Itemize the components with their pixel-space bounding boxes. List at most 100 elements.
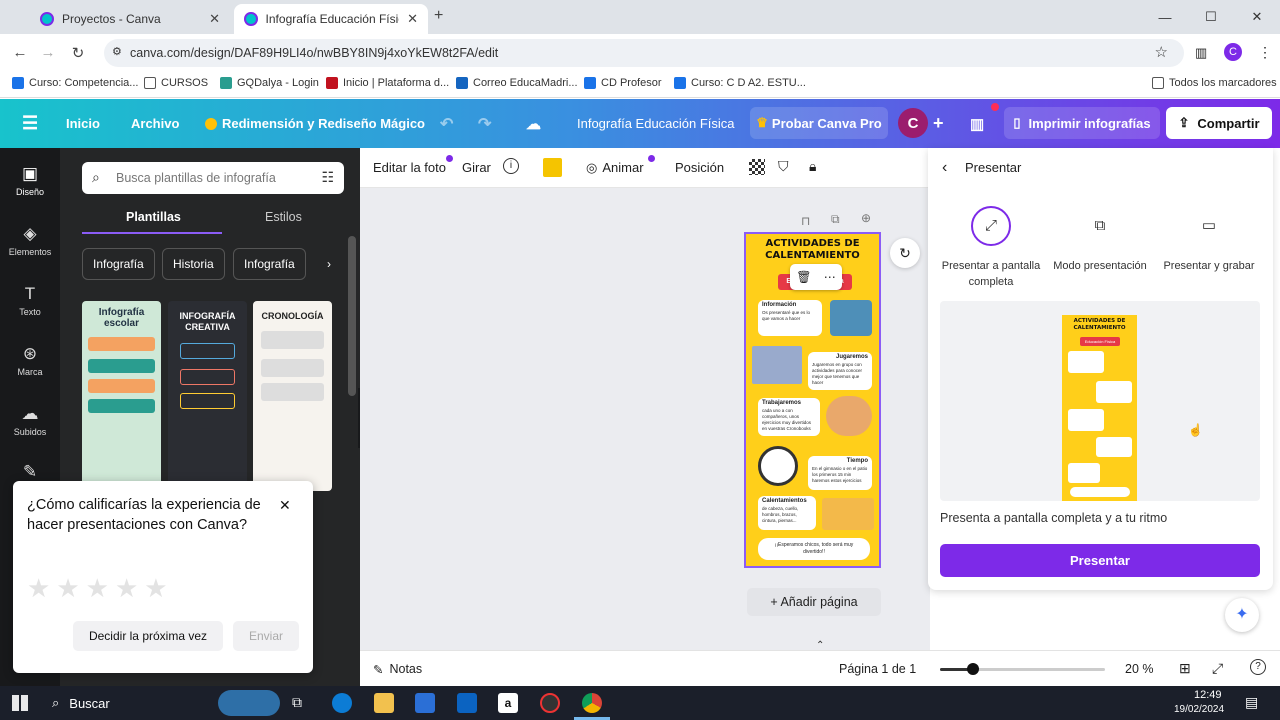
close-window-icon[interactable]: ✕	[1234, 0, 1280, 34]
trash-icon[interactable]: 🗑︎	[796, 270, 811, 284]
star-icon[interactable]: ★	[144, 573, 173, 603]
help-icon[interactable]: ?	[1250, 659, 1266, 675]
amazon-icon[interactable]: a	[498, 693, 518, 713]
page-counter[interactable]: Página 1 de 1	[839, 662, 916, 676]
bookmark-all-folder[interactable]: Todos los marcadores	[1152, 77, 1277, 89]
tab-plantillas[interactable]: Plantillas	[126, 210, 181, 224]
rail-subidos[interactable]: ☁ Subidos	[0, 404, 60, 437]
cloud-saved-icon[interactable]: ☁	[526, 99, 541, 148]
refresh-comment-icon[interactable]: ↻	[890, 238, 920, 268]
back-icon[interactable]: ←	[6, 44, 34, 61]
imprimir-button[interactable]: ▯ Imprimir infografías	[1004, 107, 1160, 139]
notes-button[interactable]: ✎ Notas	[373, 662, 422, 677]
decide-later-button[interactable]: Decidir la próxima vez	[73, 621, 223, 651]
chrome-icon[interactable]	[582, 693, 602, 713]
bookmark-item[interactable]: CD Profesor	[584, 77, 662, 89]
bookmark-item[interactable]: Correo EducaMadri...	[456, 77, 578, 89]
present-button[interactable]: Presentar	[940, 544, 1260, 577]
site-info-icon[interactable]: ⚙	[112, 45, 122, 58]
browser-tab-infografia[interactable]: Infografía Educación Física - Inf ✕	[234, 4, 428, 34]
archivo-button[interactable]: Archivo	[131, 99, 179, 148]
filter-chip[interactable]: Historia	[162, 248, 225, 280]
option-fullscreen[interactable]: ⤢ Presentar a pantalla completa	[936, 206, 1046, 290]
bookmark-star-icon[interactable]: ☆	[1155, 43, 1168, 61]
lock-page-icon[interactable]: ⊓	[801, 214, 810, 228]
filter-chip[interactable]: Infografía	[82, 248, 155, 280]
send-button[interactable]: Enviar	[233, 621, 299, 651]
rail-marca[interactable]: ⊛ Marca	[0, 344, 60, 377]
position-button[interactable]: Posición	[675, 160, 724, 175]
sidepanel-icon[interactable]: ▥	[1195, 45, 1207, 61]
rail-diseno[interactable]: ▣ Diseño	[0, 164, 60, 197]
option-present-record[interactable]: ▭ Presentar y grabar	[1154, 206, 1264, 274]
rail-elementos[interactable]: ◈ Elementos	[0, 224, 60, 257]
bookmark-item[interactable]: Curso: Competencia...	[12, 77, 138, 89]
presentation-preview[interactable]: ACTIVIDADES DE CALENTAMIENTO Educación F…	[940, 301, 1260, 501]
bookmark-item[interactable]: Inicio | Plataforma d...	[326, 77, 449, 89]
tab-estilos[interactable]: Estilos	[265, 210, 302, 224]
star-icon[interactable]: ★	[86, 573, 115, 603]
reload-icon[interactable]: ↻	[64, 44, 92, 62]
zoom-level[interactable]: 20 %	[1125, 662, 1154, 676]
bookmark-item[interactable]: GQDalya - Login	[220, 77, 319, 89]
menu-kebab-icon[interactable]: ⋮	[1258, 44, 1272, 61]
grid-view-icon[interactable]: ⊞	[1179, 660, 1191, 677]
maximize-icon[interactable]: ☐	[1188, 0, 1234, 34]
rotate-button[interactable]: Girar	[462, 160, 491, 175]
infographic-page[interactable]: ACTIVIDADES DE CALENTAMIENTO Educación F…	[744, 232, 881, 568]
magic-assistant-icon[interactable]: ✦	[1225, 598, 1259, 632]
add-page-icon[interactable]: ⊕	[861, 211, 871, 225]
compartir-button[interactable]: ⇪ Compartir	[1166, 107, 1272, 139]
star-icon[interactable]: ★	[56, 573, 85, 603]
bookmark-item[interactable]: Curso: C D A2. ESTU...	[674, 77, 806, 89]
zoom-slider[interactable]	[940, 663, 1105, 675]
rail-texto[interactable]: T Texto	[0, 284, 60, 317]
redo-icon[interactable]: ↷	[478, 99, 491, 148]
inicio-button[interactable]: Inicio	[66, 99, 100, 148]
undo-icon[interactable]: ↶	[440, 99, 453, 148]
hamburger-menu-icon[interactable]: ☰	[22, 99, 38, 148]
template-thumbnail[interactable]: INFOGRAFÍA CREATIVA	[168, 301, 247, 491]
chevron-right-icon[interactable]: ›	[316, 248, 342, 280]
magic-resize-button[interactable]: Redimensión y Rediseño Mágico	[205, 99, 425, 148]
store-icon[interactable]	[415, 693, 435, 713]
filter-icon[interactable]: ☷	[321, 169, 334, 186]
new-tab-icon[interactable]: +	[434, 7, 443, 25]
zoom-slider-handle[interactable]	[967, 663, 979, 675]
lock-icon[interactable]: 🔒︎	[809, 158, 816, 175]
star-icon[interactable]: ★	[115, 573, 144, 603]
profile-avatar[interactable]: C	[1224, 43, 1242, 61]
bookmark-item[interactable]: CURSOS	[144, 77, 208, 89]
file-explorer-icon[interactable]	[374, 693, 394, 713]
template-thumbnail[interactable]: CRONOLOGÍA	[253, 301, 332, 491]
star-rating[interactable]: ★★★★★	[27, 573, 174, 604]
close-tab-icon[interactable]: ✕	[209, 11, 220, 27]
more-options-icon[interactable]: ⋯	[824, 270, 836, 284]
filter-chip[interactable]: Infografía	[233, 248, 306, 280]
forward-icon[interactable]: →	[34, 44, 62, 61]
minimize-icon[interactable]: —	[1142, 0, 1188, 34]
template-thumbnail[interactable]: Infografía escolar	[82, 301, 161, 491]
element-context-menu[interactable]: 🗑︎ ⋯	[790, 264, 842, 290]
option-presenter-mode[interactable]: ⧉ Modo presentación	[1045, 206, 1155, 274]
document-title[interactable]: Infografía Educación Física	[577, 99, 735, 148]
back-arrow-icon[interactable]: ‹	[942, 159, 947, 177]
windows-start-icon[interactable]	[12, 695, 28, 711]
close-popup-icon[interactable]: ✕	[279, 497, 291, 514]
animate-button[interactable]: ◎ Animar	[586, 160, 644, 176]
notifications-icon[interactable]: ▤	[1245, 694, 1258, 711]
edit-photo-button[interactable]: Editar la foto	[373, 160, 446, 175]
browser-tab-proyectos[interactable]: Proyectos - Canva ✕	[30, 4, 230, 34]
transparency-icon[interactable]	[749, 159, 765, 175]
task-view-icon[interactable]: ⧉	[292, 694, 302, 711]
info-icon[interactable]: i	[503, 158, 519, 174]
url-field[interactable]: ⚙ canva.com/design/DAF89H9LI4o/nwBBY8IN9…	[104, 39, 1184, 67]
edge-icon[interactable]	[332, 693, 352, 713]
fullscreen-icon[interactable]: ⤢	[1212, 660, 1223, 677]
probar-canva-pro-button[interactable]: ♛ Probar Canva Pro	[750, 107, 888, 139]
panel-scrollbar[interactable]	[348, 236, 356, 396]
add-page-button[interactable]: + Añadir página	[747, 588, 881, 616]
user-avatar[interactable]: C	[898, 108, 928, 138]
mail-icon[interactable]	[457, 693, 477, 713]
template-search-input[interactable]: ⌕ Busca plantillas de infografía ☷	[82, 162, 344, 194]
